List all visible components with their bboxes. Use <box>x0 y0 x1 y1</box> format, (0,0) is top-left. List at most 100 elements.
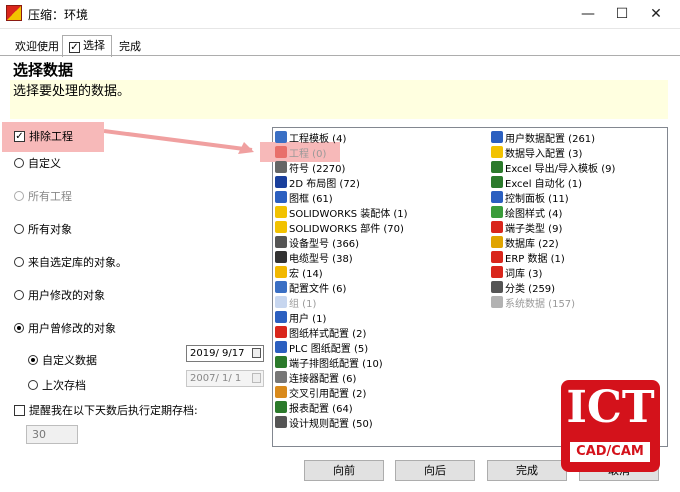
list-item[interactable]: SOLIDWORKS 部件 (70) <box>275 220 408 235</box>
list-item[interactable]: 交叉引用配置 (2) <box>275 385 408 400</box>
list-item[interactable]: Excel 自动化 (1) <box>491 175 615 190</box>
radio-custom-data[interactable]: 自定义数据 <box>28 352 97 368</box>
radio-icon <box>28 380 38 390</box>
list-item[interactable]: 设备型号 (366) <box>275 235 408 250</box>
next-button[interactable]: 向后 <box>395 460 475 481</box>
list-item[interactable]: 宏 (14) <box>275 265 408 280</box>
device-icon <box>275 236 287 248</box>
days-input: 30 <box>26 425 78 444</box>
connector-icon <box>275 371 287 383</box>
list-item-label: 设备型号 (366) <box>289 238 360 250</box>
date-picker-last-archive: 2007/ 1/ 1 <box>186 370 264 387</box>
list-item[interactable]: 端子类型 (9) <box>491 220 615 235</box>
list-item[interactable]: 工程 (0) <box>275 145 408 160</box>
list-item-label: SOLIDWORKS 装配体 (1) <box>289 208 408 220</box>
assembly-icon <box>275 206 287 218</box>
list-item[interactable]: 用户 (1) <box>275 310 408 325</box>
list-item-label: 宏 (14) <box>289 268 323 280</box>
list-item[interactable]: 端子排图纸配置 (10) <box>275 355 408 370</box>
radio-last-archive[interactable]: 上次存档 <box>28 377 86 393</box>
list-item[interactable]: 工程模板 (4) <box>275 130 408 145</box>
list-item[interactable]: 设计规则配置 (50) <box>275 415 408 430</box>
list-item[interactable]: ERP 数据 (1) <box>491 250 615 265</box>
list-item[interactable]: PLC 图纸配置 (5) <box>275 340 408 355</box>
list-item-label: 工程 (0) <box>289 148 327 160</box>
list-item-label: 设计规则配置 (50) <box>289 418 373 430</box>
close-button[interactable]: ✕ <box>633 0 679 28</box>
list-item[interactable]: 图框 (61) <box>275 190 408 205</box>
user-data-icon <box>491 131 503 143</box>
list-item[interactable]: 图纸样式配置 (2) <box>275 325 408 340</box>
control-panel-icon <box>491 191 503 203</box>
list-item[interactable]: 2D 布局图 (72) <box>275 175 408 190</box>
list-item-label: Excel 导出/导入模板 (9) <box>505 163 616 175</box>
list-item-label: 交叉引用配置 (2) <box>289 388 367 400</box>
list-item-label: ERP 数据 (1) <box>505 253 565 265</box>
radio-from-library[interactable]: 来自选定库的对象。 <box>14 254 127 270</box>
list-item[interactable]: SOLIDWORKS 装配体 (1) <box>275 205 408 220</box>
list-item[interactable]: 组 (1) <box>275 295 408 310</box>
frame-icon <box>275 191 287 203</box>
list-item-label: PLC 图纸配置 (5) <box>289 343 369 355</box>
radio-all-projects: 所有工程 <box>14 188 72 204</box>
list-item-label: 连接器配置 (6) <box>289 373 357 385</box>
list-item[interactable]: Excel 导出/导入模板 (9) <box>491 160 616 175</box>
remind-checkbox[interactable]: 提醒我在以下天数后执行定期存档: <box>14 402 198 418</box>
tab-select[interactable]: ✓ 选择 <box>62 35 112 57</box>
radio-user-ever-modified[interactable]: 用户曾修改的对象 <box>14 320 116 336</box>
sheet-style-icon <box>275 326 287 338</box>
ict-logo-subtext: CAD/CAM <box>568 440 652 464</box>
cable-icon <box>275 251 287 263</box>
data-list-left: 工程模板 (4) 工程 (0) 符号 (2270) 2D 布局图 (72) 图框 (61… <box>275 130 408 430</box>
data-list-right: 用户数据配置 (261) 数据导入配置 (3) Excel 导出/导入模板 (9) E… <box>491 130 615 310</box>
page-description: 选择要处理的数据。 <box>13 84 131 99</box>
list-item[interactable]: 系统数据 (157) <box>491 295 615 310</box>
list-item[interactable]: 词库 (3) <box>491 265 615 280</box>
list-item-label: 端子类型 (9) <box>505 223 563 235</box>
list-item[interactable]: 配置文件 (6) <box>275 280 408 295</box>
radio-icon <box>14 257 24 267</box>
list-item[interactable]: 报表配置 (64) <box>275 400 408 415</box>
part-icon <box>275 221 287 233</box>
list-item-label: 数据导入配置 (3) <box>505 148 583 160</box>
list-item[interactable]: 绘图样式 (4) <box>491 205 615 220</box>
list-item[interactable]: 符号 (2270) <box>275 160 408 175</box>
list-item-label: 图纸样式配置 (2) <box>289 328 367 340</box>
config-icon <box>275 281 287 293</box>
checkbox-icon <box>14 404 25 416</box>
terminal-type-icon <box>491 221 503 233</box>
calendar-icon[interactable] <box>252 348 261 358</box>
exclude-projects-checkbox[interactable]: ✓ 排除工程 <box>14 128 73 144</box>
tab-welcome[interactable]: 欢迎使用 <box>11 38 63 56</box>
list-item[interactable]: 用户数据配置 (261) <box>491 130 615 145</box>
plc-icon <box>275 341 287 353</box>
list-item-label: 组 (1) <box>289 298 317 310</box>
classification-icon <box>491 281 503 293</box>
finish-button[interactable]: 完成 <box>487 460 567 481</box>
tab-check-icon: ✓ <box>69 42 80 53</box>
terminal-icon <box>275 356 287 368</box>
radio-custom[interactable]: 自定义 <box>14 155 61 171</box>
list-item-label: Excel 自动化 (1) <box>505 178 583 190</box>
macro-icon <box>275 266 287 278</box>
calendar-icon <box>252 373 261 383</box>
radio-icon <box>14 158 24 168</box>
list-item-label: 配置文件 (6) <box>289 283 347 295</box>
list-item-label: 控制面板 (11) <box>505 193 569 205</box>
back-button[interactable]: 向前 <box>304 460 384 481</box>
list-item[interactable]: 数据库 (22) <box>491 235 615 250</box>
list-item[interactable]: 数据导入配置 (3) <box>491 145 615 160</box>
list-item[interactable]: 连接器配置 (6) <box>275 370 408 385</box>
list-item[interactable]: 控制面板 (11) <box>491 190 615 205</box>
tab-finish[interactable]: 完成 <box>115 38 145 56</box>
radio-all-objects[interactable]: 所有对象 <box>14 221 72 237</box>
window-title: 压缩：环境 <box>28 8 89 22</box>
radio-user-modified[interactable]: 用户修改的对象 <box>14 287 105 303</box>
list-item-label: 2D 布局图 (72) <box>289 178 360 190</box>
list-item[interactable]: 分类 (259) <box>491 280 615 295</box>
excel-auto-icon <box>491 176 503 188</box>
database-icon <box>491 236 503 248</box>
list-item[interactable]: 电缆型号 (38) <box>275 250 408 265</box>
app-icon <box>6 5 22 21</box>
date-picker-custom[interactable]: 2019/ 9/17 <box>186 345 264 362</box>
